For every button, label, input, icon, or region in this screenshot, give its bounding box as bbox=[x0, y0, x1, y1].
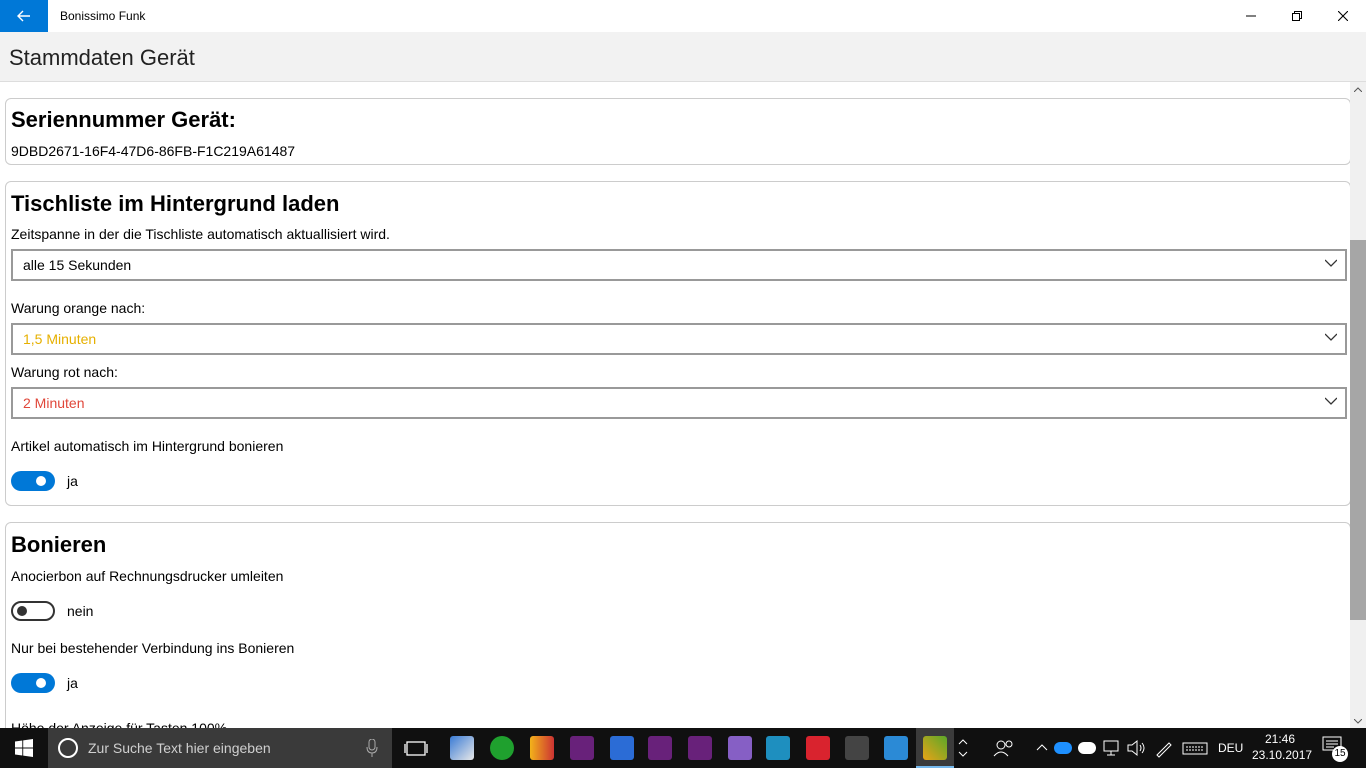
orange-select[interactable]: 1,5 Minuten bbox=[11, 323, 1347, 355]
taskbar-search[interactable]: Zur Suche Text hier eingeben bbox=[48, 728, 392, 768]
auto-bonieren-toggle[interactable] bbox=[11, 471, 55, 491]
serial-card: Seriennummer Gerät: 9DBD2671-16F4-47D6-8… bbox=[5, 98, 1350, 165]
cloud-icon[interactable] bbox=[1078, 742, 1096, 754]
orange-label: Warung orange nach: bbox=[11, 300, 146, 316]
notification-badge: 15 bbox=[1332, 746, 1348, 762]
network-icon[interactable] bbox=[1100, 736, 1124, 760]
onedrive-icon[interactable] bbox=[1054, 742, 1072, 754]
pen-icon[interactable] bbox=[1152, 736, 1176, 760]
cortana-icon bbox=[58, 738, 78, 758]
microphone-icon bbox=[366, 739, 378, 757]
serial-value: 9DBD2671-16F4-47D6-86FB-F1C219A61487 bbox=[11, 143, 296, 159]
action-center-button[interactable]: 15 bbox=[1322, 736, 1350, 762]
remote-desktop-icon[interactable] bbox=[450, 736, 474, 760]
red-label: Warung rot nach: bbox=[11, 364, 118, 380]
blend-icon[interactable] bbox=[610, 736, 634, 760]
database-app-icon[interactable] bbox=[766, 736, 790, 760]
interval-value: alle 15 Sekunden bbox=[23, 257, 132, 273]
restore-button[interactable] bbox=[1274, 0, 1320, 32]
chevron-down-icon bbox=[1325, 333, 1337, 341]
taskbar: Zur Suche Text hier eingeben DEU 21:46 2… bbox=[0, 728, 1366, 768]
bonieren-heading: Bonieren bbox=[11, 532, 107, 557]
tischliste-heading: Tischliste im Hintergrund laden bbox=[11, 191, 340, 216]
keyboard-icon[interactable] bbox=[1182, 736, 1208, 760]
close-button[interactable] bbox=[1320, 0, 1366, 32]
settings-content[interactable]: Seriennummer Gerät: 9DBD2671-16F4-47D6-8… bbox=[0, 82, 1350, 728]
start-button[interactable] bbox=[0, 728, 48, 768]
chevron-down-icon bbox=[1354, 718, 1362, 724]
verbindung-label: Nur bei bestehender Verbindung ins Bonie… bbox=[11, 640, 295, 656]
clock-date: 23.10.2017 bbox=[1252, 748, 1313, 762]
tasten-hoehe-label: Höhe der Anzeige für Tasten 100% bbox=[11, 720, 228, 728]
interval-select[interactable]: alle 15 Sekunden bbox=[11, 249, 1347, 281]
language-indicator[interactable]: DEU bbox=[1218, 728, 1243, 768]
anocierbon-label: Anocierbon auf Rechnungsdrucker umleiten bbox=[11, 568, 284, 584]
interval-label: Zeitspanne in der die Tischliste automat… bbox=[11, 226, 390, 242]
scroll-down-button[interactable] bbox=[1350, 714, 1366, 728]
red-select[interactable]: 2 Minuten bbox=[11, 387, 1347, 419]
id-card-app-icon[interactable] bbox=[884, 736, 908, 760]
title-bar: Bonissimo Funk bbox=[0, 0, 1366, 32]
restore-icon bbox=[1292, 11, 1302, 21]
page-header: Stammdaten Gerät bbox=[0, 32, 1366, 82]
page-title: Stammdaten Gerät bbox=[9, 45, 195, 70]
paint-app-icon[interactable] bbox=[530, 736, 554, 760]
windows-logo-icon bbox=[15, 739, 33, 757]
minimize-icon bbox=[1246, 15, 1256, 17]
calculator-icon[interactable] bbox=[845, 736, 869, 760]
anocierbon-state: nein bbox=[67, 603, 94, 619]
visual-studio-blend-icon[interactable] bbox=[688, 736, 712, 760]
people-icon[interactable] bbox=[992, 736, 1016, 760]
vertical-scrollbar[interactable] bbox=[1350, 82, 1366, 728]
back-button[interactable] bbox=[0, 0, 48, 32]
red-value: 2 Minuten bbox=[23, 395, 85, 411]
visual-studio-3-icon[interactable] bbox=[728, 736, 752, 760]
scroll-thumb[interactable] bbox=[1350, 240, 1366, 620]
chevron-up-icon[interactable] bbox=[1030, 736, 1054, 760]
clock[interactable]: 21:46 23.10.2017 bbox=[1252, 731, 1313, 763]
bonieren-card: Bonieren Anocierbon auf Rechnungsdrucker… bbox=[5, 522, 1350, 728]
verbindung-toggle[interactable] bbox=[11, 673, 55, 693]
taskbar-scroll-icon[interactable] bbox=[955, 736, 971, 760]
app-title: Bonissimo Funk bbox=[60, 9, 146, 23]
verbindung-state: ja bbox=[67, 675, 78, 691]
orange-value: 1,5 Minuten bbox=[23, 331, 97, 347]
volume-icon[interactable] bbox=[1124, 736, 1148, 760]
scroll-up-button[interactable] bbox=[1350, 82, 1366, 96]
chevron-up-icon bbox=[1354, 86, 1362, 92]
chevron-down-icon bbox=[1325, 397, 1337, 405]
bonissimo-app-icon[interactable] bbox=[923, 736, 947, 760]
close-icon bbox=[1338, 11, 1348, 21]
auto-bonieren-label: Artikel automatisch im Hintergrund bonie… bbox=[11, 438, 284, 454]
arrow-left-icon bbox=[17, 10, 30, 22]
green-app-icon[interactable] bbox=[490, 736, 514, 760]
visual-studio-2-icon[interactable] bbox=[648, 736, 672, 760]
auto-bonieren-state: ja bbox=[67, 473, 78, 489]
tischliste-card: Tischliste im Hintergrund laden Zeitspan… bbox=[5, 181, 1350, 506]
visual-studio-icon[interactable] bbox=[570, 736, 594, 760]
search-placeholder: Zur Suche Text hier eingeben bbox=[88, 740, 271, 756]
creative-cloud-icon[interactable] bbox=[806, 736, 830, 760]
chevron-down-icon bbox=[1325, 259, 1337, 267]
anocierbon-toggle[interactable] bbox=[11, 601, 55, 621]
clock-time: 21:46 bbox=[1264, 732, 1296, 746]
task-view-icon[interactable] bbox=[404, 736, 428, 760]
minimize-button[interactable] bbox=[1228, 0, 1274, 32]
serial-heading: Seriennummer Gerät: bbox=[11, 107, 236, 132]
